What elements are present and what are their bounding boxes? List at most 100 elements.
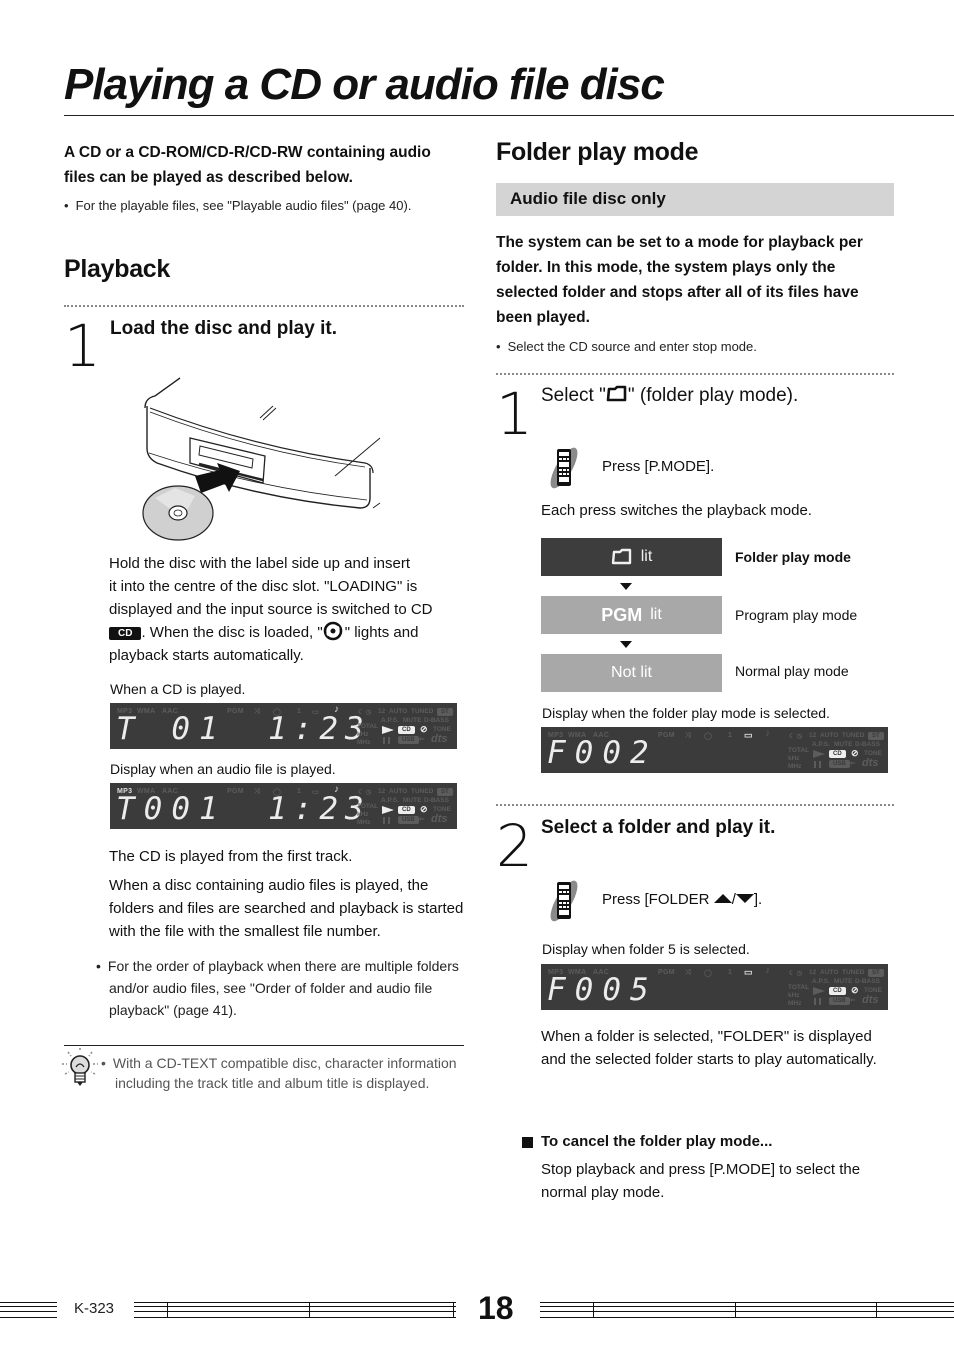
lcd-mute: MUTE — [834, 741, 853, 748]
sleep-icon: ☾ ◷ — [789, 970, 803, 977]
disc-icon: ⊘ — [851, 985, 859, 995]
mode-not-lit: Not lit — [541, 654, 722, 692]
instruction-line: it into the centre of the disc slot. "LO… — [109, 578, 418, 595]
lcd-mhz: MHz — [357, 739, 371, 746]
lcd-total: TOTAL — [788, 984, 810, 991]
lcd-mute: MUTE — [834, 978, 853, 985]
step-number: 2 — [496, 812, 533, 880]
folder-play-mode-heading: Folder play mode — [496, 138, 699, 166]
playback-heading: Playback — [64, 255, 171, 283]
cd-source-badge: CD — [109, 627, 142, 640]
pause-icon — [814, 761, 821, 768]
lcd-mute: MUTE — [403, 717, 422, 724]
triangle-up-icon — [713, 894, 732, 903]
step-number: 1 — [64, 312, 101, 380]
lcd-12: 12 — [809, 732, 817, 739]
lcd-tuned: TUNED — [411, 788, 434, 795]
shuffle-icon: ⤨ — [685, 732, 691, 739]
lcd-tuned: TUNED — [842, 969, 865, 976]
lcd-stereo: ST — [868, 969, 884, 977]
pause-icon — [383, 737, 390, 744]
folder-selected-text: When a folder is selected, "FOLDER" is d… — [541, 1028, 877, 1068]
step-title-text: Select " — [541, 385, 606, 406]
dotted-divider — [64, 305, 464, 307]
remote-control-icon — [550, 880, 578, 922]
disc-loaded-icon — [323, 621, 343, 641]
lcd-khz: kHz — [788, 755, 800, 762]
mode-label: Folder play mode — [735, 549, 851, 565]
lcd-tuned: TUNED — [411, 708, 434, 715]
lcd-pgm: PGM — [658, 732, 675, 739]
lcd-time-readout: 1:23 — [268, 791, 371, 827]
lcd-12: 12 — [809, 969, 817, 976]
lcd-usb-badge: USB — [829, 997, 850, 1005]
lcd-display-folder-mode: MP3 WMA AAC PGM ⤨ ◯ 1 ▭ ♪ F002 ☾ ◷ 12 AU… — [541, 727, 888, 773]
lcd-dts: dts — [862, 757, 879, 769]
cancel-heading: To cancel the folder play mode... — [541, 1133, 773, 1150]
disc-icon: ⊘ — [420, 804, 428, 814]
music-note-icon: ♪ — [765, 728, 771, 739]
usb-icon: ⇜ — [419, 736, 425, 743]
play-icon — [813, 750, 825, 758]
disc-insert-illustration — [142, 377, 381, 541]
mode-indicator-label: lit — [640, 548, 653, 565]
mode-folder-lit: lit — [541, 538, 722, 576]
shuffle-icon: ⤨ — [254, 708, 260, 715]
lcd-khz: kHz — [357, 731, 369, 738]
lcd-tone: TONE — [433, 726, 451, 733]
repeat-icon: ◯ — [704, 970, 713, 977]
display-caption: When a CD is played. — [110, 681, 246, 697]
lcd-mhz: MHz — [788, 1000, 802, 1007]
lcd-dbass: D-BASS — [424, 717, 449, 724]
step-title: Load the disc and play it. — [110, 318, 337, 339]
folder-icon — [606, 385, 627, 402]
cd-text-tip: With a CD-TEXT compatible disc, characte… — [101, 1053, 480, 1093]
lcd-dbass: D-BASS — [424, 797, 449, 804]
order-bullet: For the order of playback when there are… — [96, 955, 469, 1021]
intro-text: A CD or a CD-ROM/CD-R/CD-RW containing a… — [64, 144, 431, 186]
lcd-cd-badge: CD — [829, 987, 846, 995]
instruction-text: " lights and — [344, 624, 419, 641]
mode-switch-note: Each press switches the playback mode. — [541, 502, 812, 519]
lcd-total: TOTAL — [357, 803, 379, 810]
lcd-12: 12 — [378, 788, 386, 795]
lcd-aps: A.P.S. — [381, 717, 399, 724]
lcd-display-audio-file: MP3 WMA AAC PGM ⤨ ◯ 1 ▭ ♪ T001 1:23 ☾ ◷ … — [110, 783, 457, 829]
cancel-body: Stop playback and press [P.MODE] to sele… — [541, 1161, 861, 1201]
usb-icon: ⇜ — [850, 760, 856, 767]
page-title: Playing a CD or audio file disc — [64, 60, 665, 109]
page-number: 18 — [478, 1290, 514, 1326]
lcd-mhz: MHz — [788, 763, 802, 770]
load-instructions: Hold the disc with the label side up and… — [109, 552, 469, 667]
banner-label: Audio file disc only — [510, 189, 666, 208]
shuffle-icon: ⤨ — [685, 969, 691, 976]
instruction-line: playback starts automatically. — [109, 647, 304, 664]
disc-icon: ⊘ — [420, 724, 428, 734]
lcd-pgm: PGM — [227, 788, 244, 795]
step-number: 1 — [496, 380, 533, 448]
lcd-tone: TONE — [864, 750, 882, 757]
lcd-usb-badge: USB — [398, 816, 419, 824]
instruction-line: displayed and the input source is switch… — [109, 601, 433, 618]
lcd-stereo: ST — [437, 708, 453, 716]
sleep-icon: ☾ ◷ — [358, 709, 372, 716]
folder-indicator-icon: ▭ — [744, 967, 753, 977]
lcd-usb-badge: USB — [829, 760, 850, 768]
folder-mode-bullet: Select the CD source and enter stop mode… — [496, 337, 894, 357]
lcd-khz: kHz — [788, 992, 800, 999]
after-text-2: When a disc containing audio files is pl… — [109, 877, 464, 940]
lcd-cd-badge: CD — [398, 806, 415, 814]
mode-label: Normal play mode — [735, 663, 849, 679]
lcd-auto: AUTO — [820, 969, 839, 976]
press-pmode-text: Press [P.MODE]. — [602, 458, 715, 475]
lcd-mhz: MHz — [357, 819, 371, 826]
shuffle-icon: ⤨ — [254, 788, 260, 795]
dotted-divider — [496, 373, 894, 375]
instruction-line: Hold the disc with the label side up and… — [109, 555, 411, 572]
play-icon — [382, 806, 394, 814]
footer-divider — [309, 1302, 310, 1318]
lcd-folder-readout: F002 — [547, 735, 658, 771]
usb-icon: ⇜ — [419, 816, 425, 823]
step-title: Select a folder and play it. — [541, 817, 776, 838]
lcd-cd-badge: CD — [398, 726, 415, 734]
